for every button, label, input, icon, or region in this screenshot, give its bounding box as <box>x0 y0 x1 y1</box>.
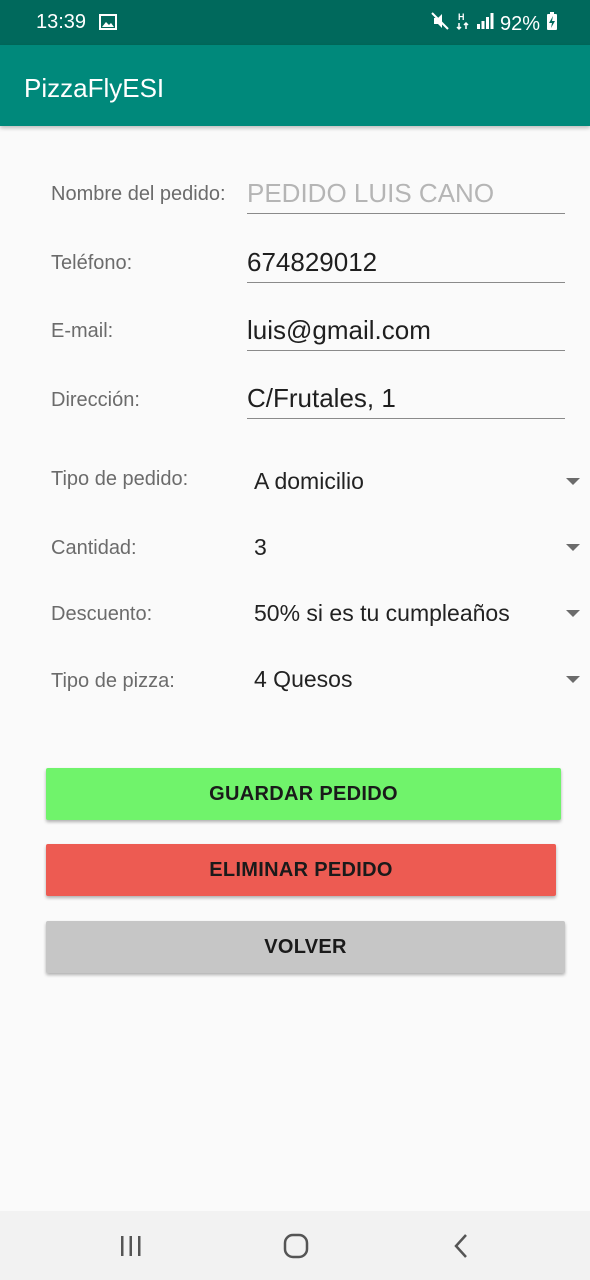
image-icon <box>99 14 117 35</box>
app-bar: PizzaFlyESI <box>0 45 590 126</box>
guardar-pedido-button[interactable]: GUARDAR PEDIDO <box>46 768 561 820</box>
descuento-spinner[interactable]: 50% si es tu cumpleaños <box>254 596 584 630</box>
telefono-input[interactable]: 674829012 <box>247 247 565 283</box>
label-telefono: Teléfono: <box>51 252 133 274</box>
cantidad-value: 3 <box>254 534 267 560</box>
tipo-pizza-value: 4 Quesos <box>254 666 353 692</box>
recents-icon[interactable] <box>119 1235 143 1262</box>
descuento-value: 50% si es tu cumpleaños <box>254 600 510 626</box>
email-input[interactable]: luis@gmail.com <box>247 315 565 351</box>
data-icon: H <box>456 11 470 37</box>
eliminar-pedido-button[interactable]: ELIMINAR PEDIDO <box>46 844 556 896</box>
label-cantidad: Cantidad: <box>51 537 137 559</box>
nombre-input[interactable]: PEDIDO LUIS CANO <box>247 178 565 214</box>
tipo-pizza-spinner[interactable]: 4 Quesos <box>254 662 584 696</box>
dropdown-arrow-icon <box>566 610 580 617</box>
status-time: 13:39 <box>36 11 87 33</box>
navigation-bar <box>0 1211 590 1280</box>
label-tipo-pizza: Tipo de pizza: <box>51 670 175 692</box>
label-tipo-pedido: Tipo de pedido: <box>51 468 189 490</box>
volver-button[interactable]: VOLVER <box>46 921 565 973</box>
label-direccion: Dirección: <box>51 389 140 411</box>
label-nombre: Nombre del pedido: <box>51 183 226 205</box>
signal-icon <box>476 12 494 36</box>
status-indicators: H 92% <box>430 11 558 37</box>
dropdown-arrow-icon <box>566 676 580 683</box>
app-title: PizzaFlyESI <box>24 73 165 103</box>
label-email: E-mail: <box>51 320 114 342</box>
mute-icon <box>430 11 450 37</box>
dropdown-arrow-icon <box>566 478 580 485</box>
dropdown-arrow-icon <box>566 544 580 551</box>
home-icon[interactable] <box>283 1233 309 1264</box>
status-bar: 13:39 H 92% <box>0 0 590 45</box>
tipo-pedido-value: A domicilio <box>254 468 364 494</box>
cantidad-spinner[interactable]: 3 <box>254 530 584 564</box>
direccion-input[interactable]: C/Frutales, 1 <box>247 383 565 419</box>
battery-text: 92% <box>499 12 540 35</box>
tipo-pedido-spinner[interactable]: A domicilio <box>254 464 584 498</box>
battery-charging-icon <box>546 11 558 37</box>
back-icon[interactable] <box>452 1233 470 1264</box>
label-descuento: Descuento: <box>51 603 153 625</box>
svg-text:H: H <box>458 12 465 22</box>
